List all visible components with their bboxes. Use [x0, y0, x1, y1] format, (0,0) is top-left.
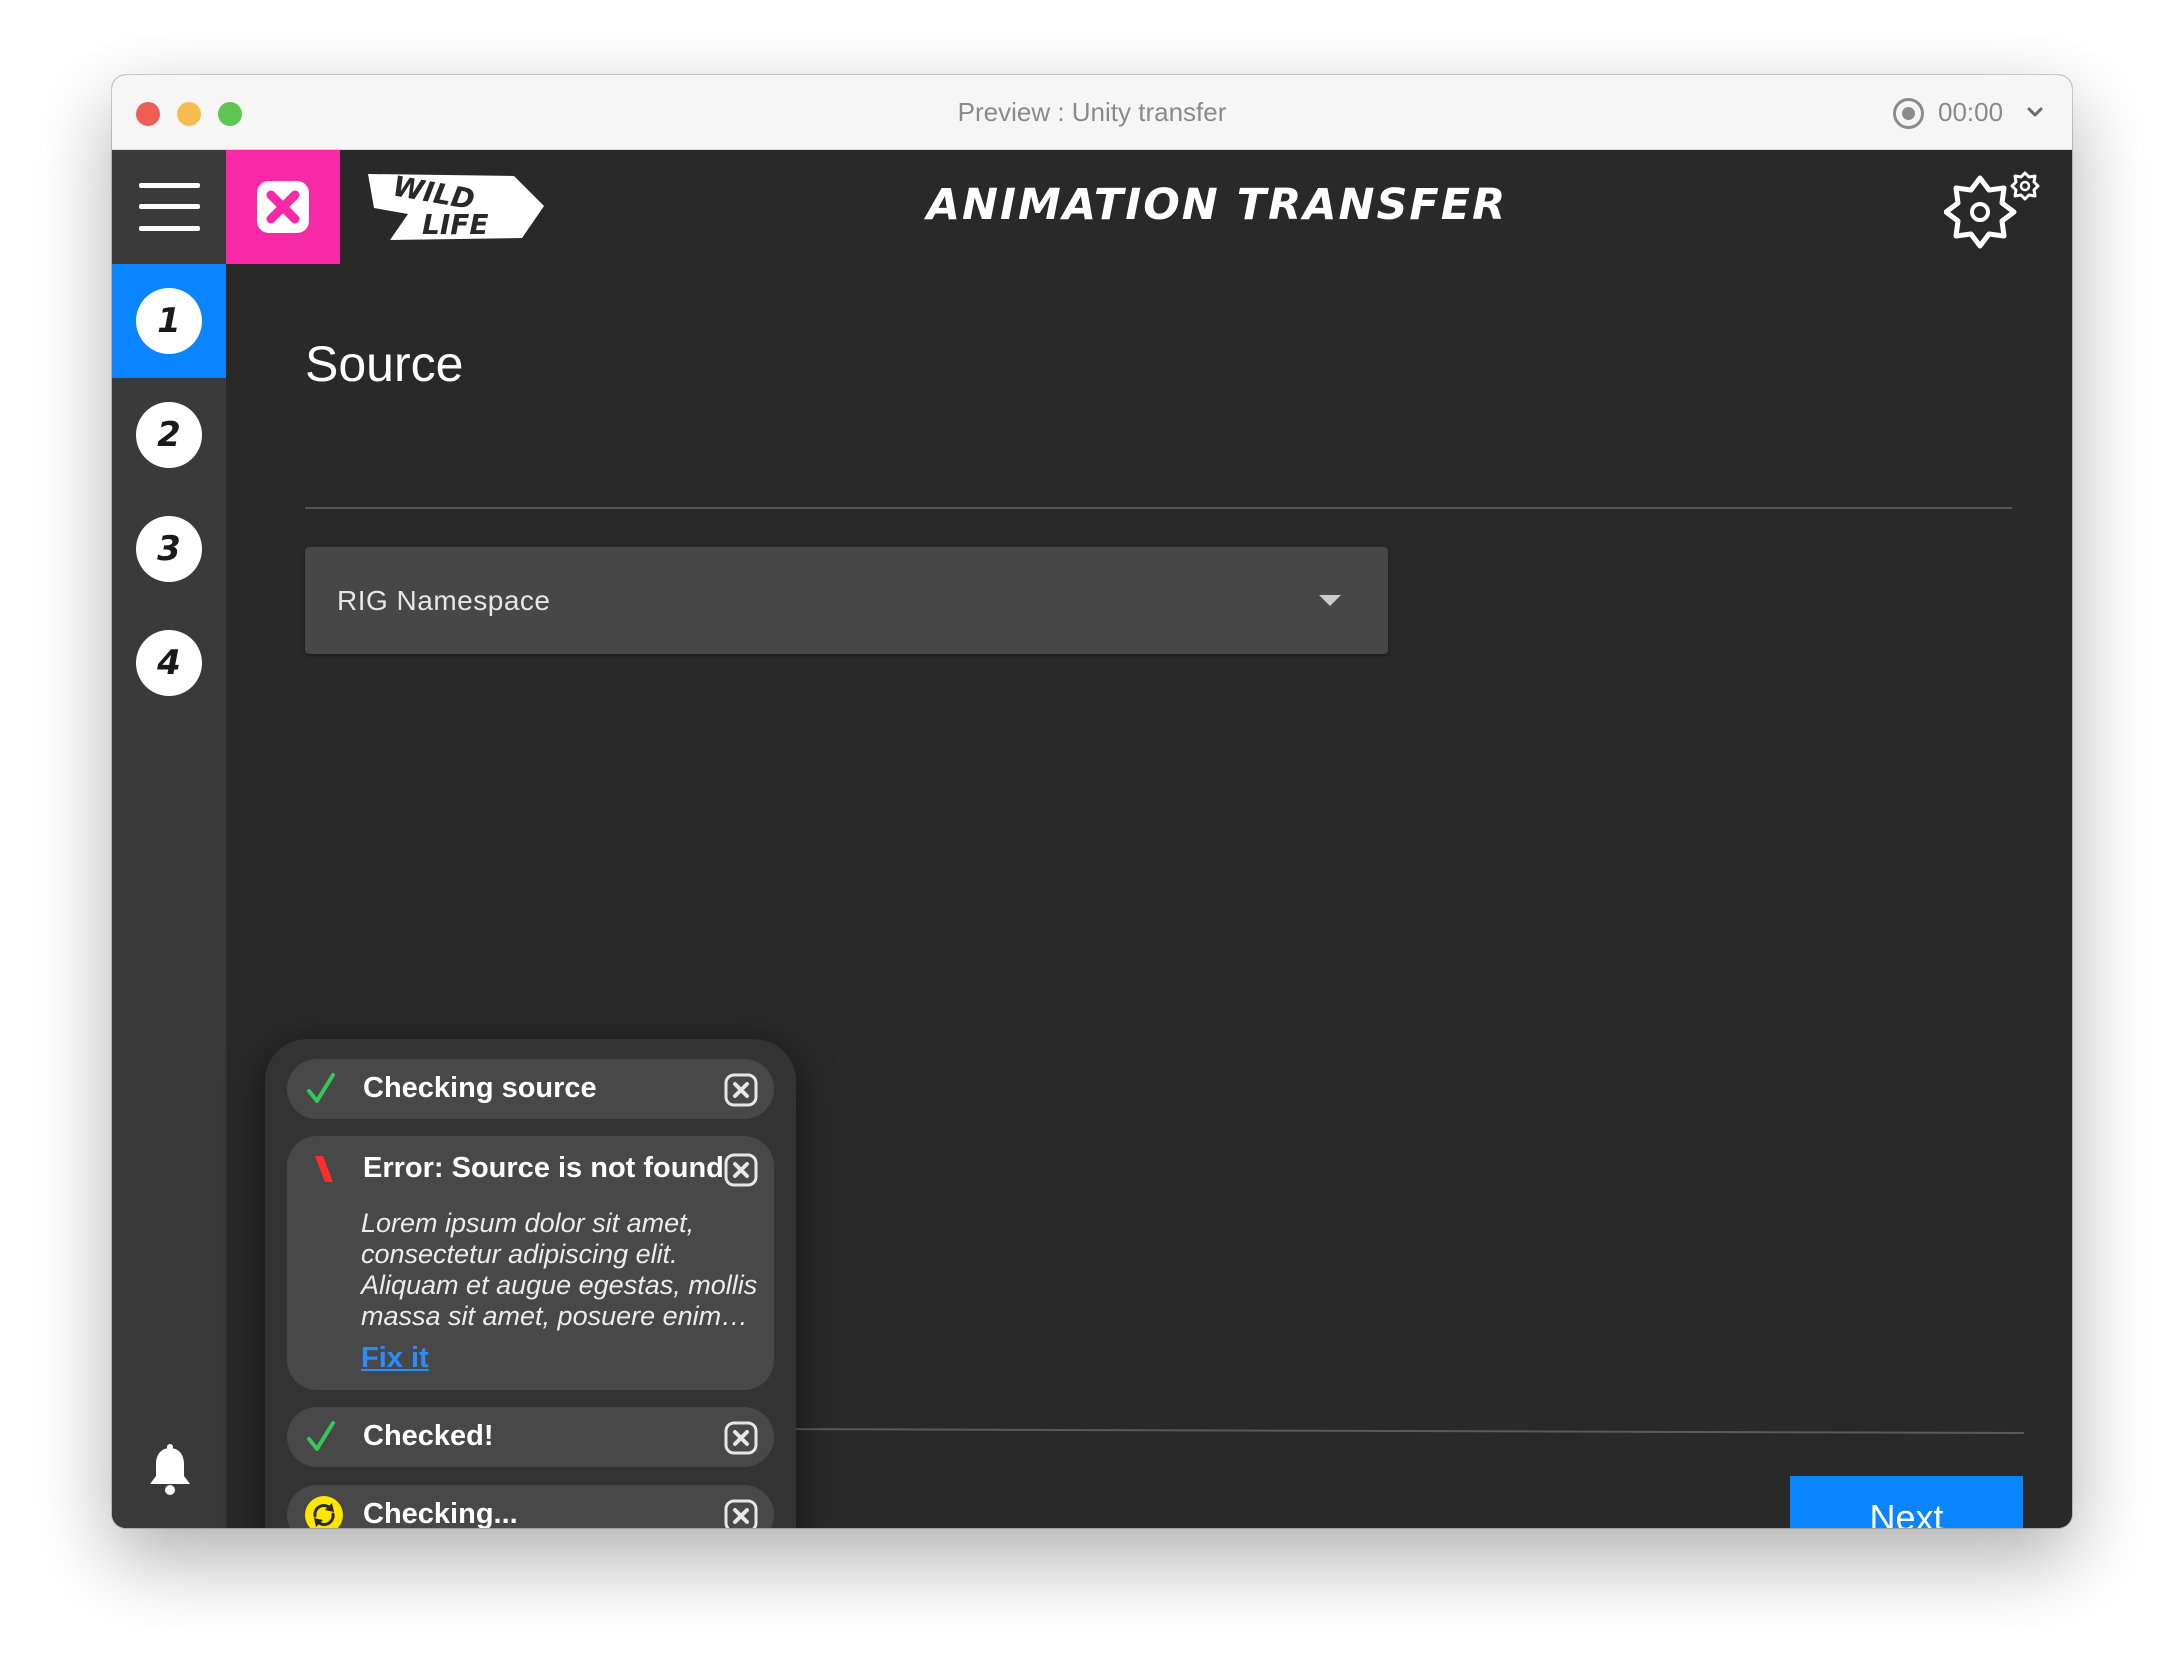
notifications-panel: Checking source Error: Source is not fou… — [265, 1039, 796, 1528]
step-2-button[interactable]: 2 — [112, 378, 226, 492]
step-number: 1 — [136, 288, 202, 354]
step-number: 2 — [136, 402, 202, 468]
bell-icon[interactable] — [148, 1444, 192, 1496]
notification-title: Error: Source is not found — [363, 1152, 724, 1184]
next-button[interactable]: Next — [1790, 1476, 2023, 1528]
app-window: Preview : Unity transfer 00:00 WILD LIFE… — [112, 75, 2072, 1528]
menu-bar — [139, 204, 200, 209]
notification-body: Lorem ipsum dolor sit amet, consectetur … — [361, 1208, 758, 1331]
hamburger-menu-button[interactable] — [112, 150, 226, 264]
error-icon — [315, 1156, 333, 1182]
notification-title: Checking... — [363, 1498, 518, 1528]
wild-life-logo: WILD LIFE — [368, 170, 544, 241]
step-4-button[interactable]: 4 — [112, 606, 226, 720]
window-title: Preview : Unity transfer — [957, 97, 1227, 127]
close-app-button[interactable] — [226, 150, 340, 264]
dropdown-arrow-icon — [1319, 595, 1341, 606]
notification-item-error: Error: Source is not found Lorem ipsum d… — [287, 1136, 774, 1390]
notification-item: Checking source — [287, 1059, 774, 1119]
app-title: ANIMATION TRANSFER — [926, 180, 1508, 230]
menu-bar — [139, 183, 200, 188]
section-title: Source — [305, 336, 464, 392]
fix-it-link[interactable]: Fix it — [361, 1342, 429, 1375]
step-number: 3 — [136, 516, 202, 582]
close-icon[interactable] — [724, 1153, 758, 1187]
notification-title: Checked! — [363, 1420, 494, 1452]
close-icon[interactable] — [724, 1499, 758, 1528]
notification-title: Checking source — [363, 1072, 597, 1104]
close-icon[interactable] — [724, 1073, 758, 1107]
close-icon — [257, 181, 309, 233]
app-content: WILD LIFE ANIMATION TRANSFER 1 2 3 4 Sou… — [112, 150, 2072, 1528]
select-value: RIG Namespace — [337, 585, 551, 616]
check-icon — [307, 1073, 335, 1103]
notification-item: Checked! — [287, 1407, 774, 1467]
logo-text-life: LIFE — [422, 208, 489, 241]
check-icon — [307, 1421, 335, 1451]
step-number: 4 — [136, 630, 202, 696]
step-sidebar: 1 2 3 4 — [112, 264, 226, 1528]
chevron-down-icon[interactable] — [2024, 101, 2046, 123]
close-icon[interactable] — [724, 1421, 758, 1455]
menu-bar — [139, 226, 200, 231]
title-bar: Preview : Unity transfer 00:00 — [112, 75, 2072, 150]
refresh-icon — [305, 1496, 343, 1528]
notification-item: Checking... — [287, 1485, 774, 1528]
step-3-button[interactable]: 3 — [112, 492, 226, 606]
recording-timer: 00:00 — [1938, 97, 2004, 127]
footer-divider — [751, 1428, 2024, 1434]
record-icon[interactable] — [1893, 98, 1924, 129]
settings-gear-icon[interactable] — [1944, 170, 2044, 250]
divider — [305, 507, 2012, 509]
rig-namespace-select[interactable]: RIG Namespace — [305, 547, 1388, 654]
step-1-button[interactable]: 1 — [112, 264, 226, 378]
